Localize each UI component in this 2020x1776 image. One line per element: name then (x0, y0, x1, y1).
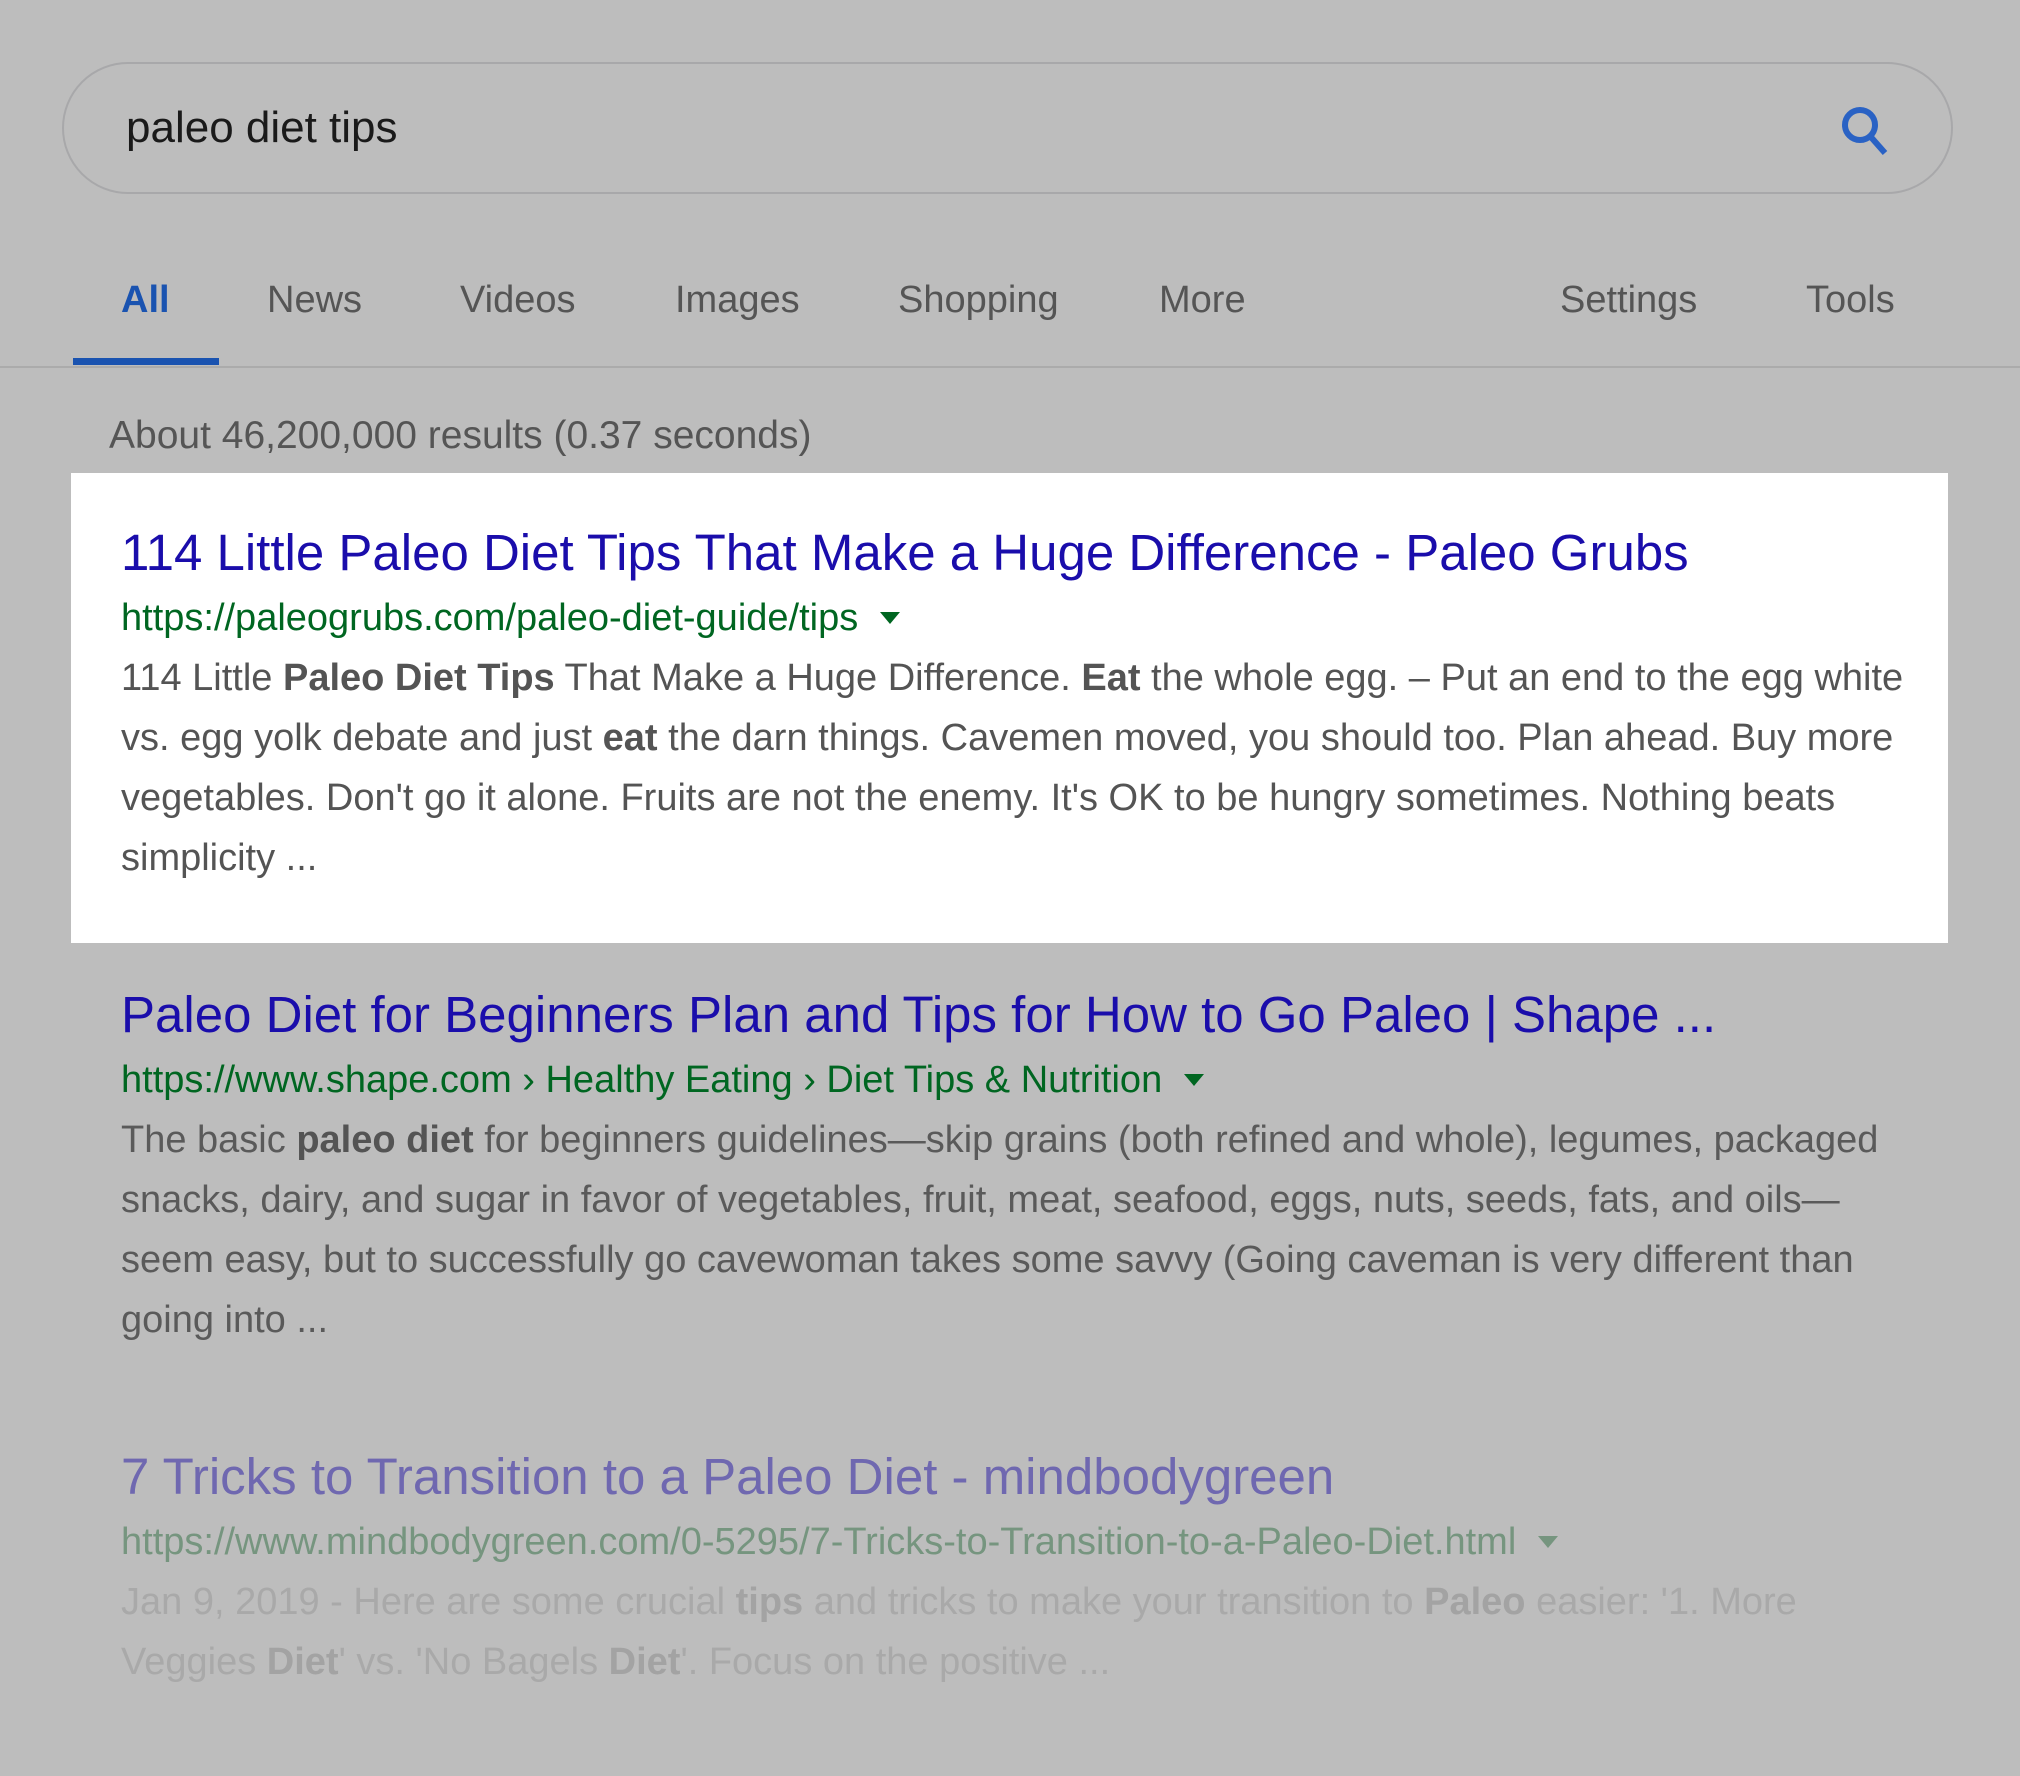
snippet-keyword: Diet (266, 1641, 339, 1683)
snippet-keyword: paleo diet (296, 1119, 474, 1161)
snippet-text: Jan 9, 2019 - Here are some crucial (121, 1581, 736, 1623)
tab-news[interactable]: News (267, 276, 362, 324)
search-result: 7 Tricks to Transition to a Paleo Diet -… (121, 1446, 1941, 1692)
result-title-link[interactable]: 7 Tricks to Transition to a Paleo Diet -… (121, 1446, 1941, 1508)
tab-more[interactable]: More (1159, 276, 1246, 324)
dropdown-arrow-icon[interactable] (880, 612, 901, 624)
tabs-divider (0, 366, 2020, 368)
tab-tools[interactable]: Tools (1806, 276, 1895, 324)
tab-settings[interactable]: Settings (1560, 276, 1697, 324)
result-snippet: The basic paleo diet for beginners guide… (121, 1110, 1921, 1350)
snippet-keyword: eat (602, 717, 658, 759)
search-icon[interactable] (1835, 100, 1895, 160)
search-result: Paleo Diet for Beginners Plan and Tips f… (121, 984, 1941, 1350)
search-tabs: All News Videos Images Shopping More Set… (0, 270, 2020, 368)
snippet-text: ' vs. 'No Bagels (338, 1641, 609, 1683)
dropdown-arrow-icon[interactable] (1538, 1536, 1559, 1548)
snippet-keyword: Diet (608, 1641, 681, 1683)
snippet-keyword: Eat (1081, 657, 1141, 699)
result-url: https://www.mindbodygreen.com/0-5295/7-T… (121, 1516, 1941, 1568)
search-result: 114 Little Paleo Diet Tips That Make a H… (121, 522, 1941, 888)
snippet-text: and tricks to make your transition to (803, 1581, 1425, 1623)
snippet-text: That Make a Huge Difference. (554, 657, 1082, 699)
tab-shopping[interactable]: Shopping (898, 276, 1059, 324)
result-url-text: https://www.shape.com › Healthy Eating ›… (121, 1059, 1163, 1101)
dropdown-arrow-icon[interactable] (1184, 1074, 1205, 1086)
tab-videos[interactable]: Videos (460, 276, 576, 324)
result-snippet: Jan 9, 2019 - Here are some crucial tips… (121, 1572, 1921, 1692)
snippet-keyword: Paleo (1424, 1581, 1526, 1623)
tab-images[interactable]: Images (675, 276, 800, 324)
snippet-text: The basic (121, 1119, 297, 1161)
result-title-link[interactable]: 114 Little Paleo Diet Tips That Make a H… (121, 522, 1941, 584)
result-title-link[interactable]: Paleo Diet for Beginners Plan and Tips f… (121, 984, 1941, 1046)
result-url-text: https://www.mindbodygreen.com/0-5295/7-T… (121, 1521, 1517, 1563)
snippet-text: '. Focus on the positive ... (680, 1641, 1111, 1683)
search-input[interactable]: paleo diet tips (126, 102, 398, 154)
active-tab-indicator (73, 358, 219, 365)
result-url-text: https://paleogrubs.com/paleo-diet-guide/… (121, 597, 859, 639)
snippet-keyword: tips (735, 1581, 804, 1623)
result-url: https://paleogrubs.com/paleo-diet-guide/… (121, 592, 1941, 644)
snippet-keyword: Paleo Diet Tips (282, 657, 555, 699)
result-url: https://www.shape.com › Healthy Eating ›… (121, 1054, 1941, 1106)
search-box[interactable]: paleo diet tips (62, 62, 1953, 194)
snippet-text: 114 Little (121, 657, 283, 699)
result-stats: About 46,200,000 results (0.37 seconds) (109, 414, 812, 457)
tab-all[interactable]: All (121, 276, 170, 324)
result-snippet: 114 Little Paleo Diet Tips That Make a H… (121, 648, 1921, 888)
